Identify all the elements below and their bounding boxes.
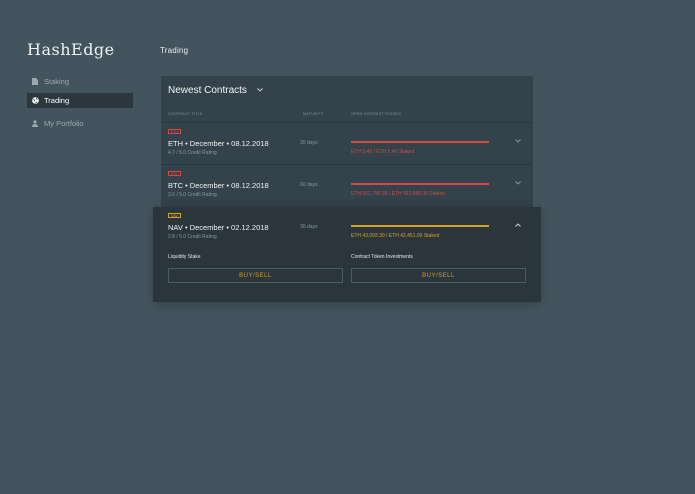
column-header-contract-title: CONTRACT TITLE [168,112,203,116]
stake-amount: ETH 43,093.30 / ETH 42,451.00 Staked [351,233,440,239]
sidebar-item-trading[interactable]: Trading [27,93,133,108]
liquidity-stake-label: Liquidity Stake [168,254,201,260]
contracts-dropdown[interactable]: Newest Contracts [168,85,265,96]
sidebar-item-label: Trading [44,96,70,105]
stake-progress-fill [351,141,489,143]
expand-chevron-down-icon[interactable] [515,139,523,147]
maturity-value: 30 days [300,140,318,146]
sidebar-item-label: My Portfolio [44,119,84,128]
app-logo: HashEdge [27,40,115,59]
stake-amount: ETH 5.40 / ETH 5.40 Staked [351,149,415,155]
contract-title: ETH • December • 08.12.2018 [168,139,269,148]
maturity-value: 30 days [300,224,318,230]
contract-title: NAV • December • 02.12.2018 [168,223,269,232]
stake-amount: ETH 661,790.30 / ETH 661,690.30 Staked [351,191,445,197]
stake-progress-bar [351,141,489,143]
sidebar-item-my-portfolio[interactable]: My Portfolio [27,116,133,131]
investment-buy-sell-button[interactable]: BUY/SELL [351,268,526,283]
contract-token-investments-label: Contract Token Investments [351,254,413,260]
contract-row[interactable]: BTC BTC • December • 08.12.2018 3.6 / 5.… [161,164,533,206]
stake-progress-fill [351,183,489,185]
sidebar-nav: Staking Trading My Portfolio [27,74,133,135]
person-icon [31,120,39,128]
collapse-chevron-up-icon[interactable] [515,223,523,231]
credit-rating: 4.7 / 5.0 Credit Rating [168,150,217,156]
contract-tag: NAV [168,213,181,218]
sidebar-item-staking[interactable]: Staking [27,74,133,89]
contract-row[interactable]: ETH ETH • December • 08.12.2018 4.7 / 5.… [161,122,533,164]
expand-chevron-down-icon[interactable] [515,181,523,189]
newest-contracts-panel: Newest Contracts CONTRACT TITLE MATURITY… [161,76,533,208]
contract-tag: ETH [168,129,181,134]
contract-tag: BTC [168,171,181,176]
column-header-open-interest: OPEN INTEREST STAKED [351,112,401,116]
document-icon [31,78,39,86]
chevron-down-icon [257,87,265,94]
stake-progress-fill [351,225,489,227]
contract-title: BTC • December • 08.12.2018 [168,181,269,190]
sidebar-item-label: Staking [44,77,70,86]
stake-progress-bar [351,225,489,227]
liquidity-buy-sell-button[interactable]: BUY/SELL [168,268,343,283]
contract-row-expanded[interactable]: NAV NAV • December • 02.12.2018 2.8 / 5.… [153,207,541,302]
maturity-value: 60 days [300,182,318,188]
panel-title: Newest Contracts [168,85,247,96]
credit-rating: 2.8 / 5.0 Credit Rating [168,234,217,240]
column-header-maturity: MATURITY [303,112,324,116]
stake-progress-bar [351,183,489,185]
globe-icon [31,97,39,105]
credit-rating: 3.6 / 5.0 Credit Rating [168,192,217,198]
page-title: Trading [160,46,189,55]
